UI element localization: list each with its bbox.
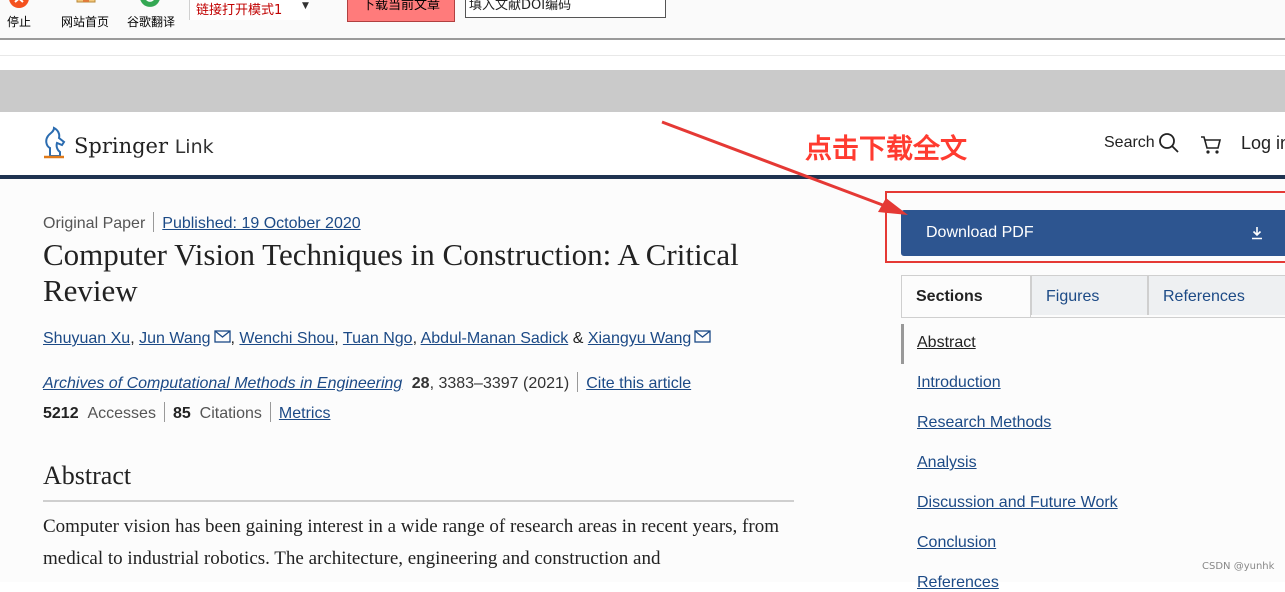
citations-count: 85: [172, 405, 191, 422]
doi-input[interactable]: 填入文献DOI编码: [465, 0, 666, 18]
springer-link-logo[interactable]: Springer Link: [42, 126, 214, 160]
author-link[interactable]: Tuan Ngo: [343, 330, 413, 347]
article-page: Original Paper Published: 19 October 2020…: [0, 179, 1285, 591]
home-label: 网站首页: [61, 15, 110, 29]
stop-button[interactable]: 停止: [4, 0, 34, 36]
site-header: Springer Link 点击下载全文 Search Log in: [0, 112, 1285, 179]
journal-citation: Archives of Computational Methods in Eng…: [43, 372, 691, 393]
author-link[interactable]: Abdul-Manan Sadick: [421, 330, 569, 347]
tab-sections[interactable]: Sections: [901, 275, 1031, 317]
journal-link[interactable]: Archives of Computational Methods in Eng…: [43, 375, 402, 392]
author-link[interactable]: Xiangyu Wang: [588, 330, 691, 347]
journal-pages-year: , 3383–3397 (2021): [429, 375, 570, 392]
author-link[interactable]: Wenchi Shou: [239, 330, 334, 347]
section-link-discussion[interactable]: Discussion and Future Work: [917, 494, 1118, 512]
metrics-link[interactable]: Metrics: [279, 405, 331, 422]
citations-label: Citations: [199, 405, 262, 422]
download-current-button[interactable]: 下载当前文章: [347, 0, 455, 22]
author-link[interactable]: Shuyuan Xu: [43, 330, 130, 347]
open-mode-value: 链接打开模式1: [196, 3, 283, 18]
abstract-heading: Abstract: [43, 461, 132, 490]
abstract-text: Computer vision has been gaining interes…: [43, 516, 779, 569]
chrome-icon: [140, 0, 160, 7]
login-link[interactable]: Log in: [1241, 133, 1285, 154]
logo-springer-text: Springer: [74, 134, 169, 158]
section-link-conclusion[interactable]: Conclusion: [917, 534, 996, 552]
published-date-link[interactable]: Published: 19 October 2020: [162, 215, 360, 232]
home-icon: [76, 0, 96, 3]
author-list: Shuyuan Xu, Jun Wang, Wenchi Shou, Tuan …: [43, 330, 711, 348]
springer-horse-icon: [44, 126, 66, 159]
section-link-abstract[interactable]: Abstract: [917, 334, 976, 352]
search-icon[interactable]: [1158, 132, 1180, 154]
journal-volume: 28: [411, 375, 430, 392]
browser-toolbar: 停止 网站首页 谷歌翻译 链接打开模式1 ▼ 下载当前文章 填入文献DOI编码: [0, 0, 1285, 40]
stop-label: 停止: [7, 15, 32, 29]
tab-figures[interactable]: Figures: [1031, 275, 1148, 315]
csdn-watermark: CSDN @yunhk: [1202, 561, 1275, 572]
translate-label: 谷歌翻译: [127, 15, 176, 29]
author-link[interactable]: Jun Wang: [139, 330, 210, 347]
toc-active-indicator: [901, 324, 904, 364]
article-title: Computer Vision Techniques in Constructi…: [43, 237, 739, 308]
download-icon: [1252, 227, 1262, 240]
translate-button[interactable]: 谷歌翻译: [126, 0, 178, 36]
logo-link-text: Link: [174, 136, 214, 158]
header-search-label[interactable]: Search: [1104, 134, 1155, 152]
tab-references[interactable]: References: [1148, 275, 1285, 315]
chevron-down-icon: ▼: [302, 1, 309, 11]
download-pdf-label: Download PDF: [926, 224, 1034, 241]
email-icon[interactable]: [694, 330, 711, 343]
cart-icon[interactable]: [1200, 135, 1222, 155]
section-link-research-methods[interactable]: Research Methods: [917, 414, 1051, 432]
section-link-analysis[interactable]: Analysis: [917, 454, 977, 472]
download-pdf-button[interactable]: Download PDF: [901, 210, 1285, 256]
sidebar-tabs: Sections Figures References: [901, 275, 1285, 318]
accesses-count: 5212: [43, 405, 79, 422]
stop-icon: [9, 0, 29, 8]
accesses-label: Accesses: [87, 405, 156, 422]
gray-banner: [0, 70, 1285, 112]
browser-blank-bar: [0, 40, 1285, 70]
article-type: Original Paper: [43, 215, 146, 232]
annotation-download-text: 点击下载全文: [805, 134, 967, 165]
section-link-references[interactable]: References: [917, 574, 999, 592]
article-meta: Original Paper Published: 19 October 2020: [43, 212, 361, 233]
abstract-divider: [43, 500, 794, 502]
home-button[interactable]: 网站首页: [60, 0, 112, 36]
open-mode-select[interactable]: 链接打开模式1 ▼: [189, 0, 310, 20]
section-link-introduction[interactable]: Introduction: [917, 374, 1001, 392]
article-metrics: 5212 Accesses 85 Citations Metrics: [43, 402, 330, 423]
cite-article-link[interactable]: Cite this article: [586, 375, 691, 392]
email-icon[interactable]: [213, 330, 231, 343]
